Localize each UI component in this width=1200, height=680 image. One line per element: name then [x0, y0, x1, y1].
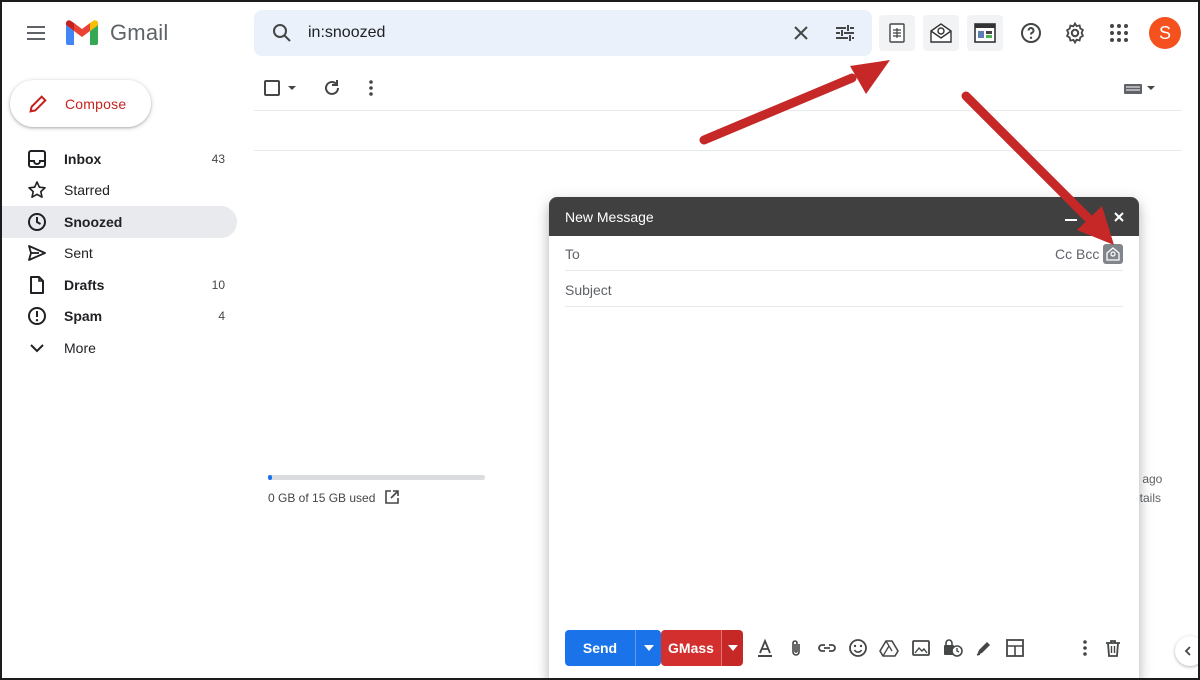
gmass-spreadsheet-icon[interactable] [879, 15, 915, 51]
gmass-dashboard-icon[interactable] [967, 15, 1003, 51]
gmass-recipients-icon[interactable] [1103, 244, 1123, 264]
pencil-icon [29, 94, 47, 113]
annotation-arrow [699, 60, 890, 145]
clock-icon [27, 212, 47, 232]
gmail-m-icon [66, 20, 98, 45]
sidebar-item-sent[interactable]: Sent [0, 238, 237, 270]
formatting-options-icon[interactable] [755, 638, 775, 658]
layouts-icon[interactable] [1005, 638, 1025, 658]
gmass-settings-button[interactable] [721, 630, 743, 666]
top-bar: Gmail S [0, 0, 1200, 66]
sidebar-item-spam[interactable]: Spam 4 [0, 301, 237, 333]
send-button-group: Send [565, 630, 661, 666]
chevron-down-icon [27, 338, 47, 358]
app-name: Gmail [110, 20, 169, 45]
compose-window: New Message To Cc Bcc Subject Send GMass [549, 197, 1139, 680]
google-drive-icon[interactable] [879, 638, 899, 658]
sidebar-item-label: Snoozed [64, 213, 123, 230]
emoji-icon[interactable] [848, 638, 868, 658]
list-divider [254, 150, 1182, 151]
compose-button[interactable]: Compose [10, 80, 151, 127]
chevron-left-icon [1184, 646, 1191, 656]
settings-gear-icon[interactable] [1063, 21, 1087, 45]
sidebar-item-drafts[interactable]: Drafts 10 [0, 269, 237, 301]
sidebar-item-starred[interactable]: Starred [0, 175, 237, 207]
search-bar [254, 10, 872, 56]
compose-header[interactable]: New Message [549, 197, 1139, 236]
draft-icon [27, 275, 47, 295]
spam-icon [27, 306, 47, 326]
compose-title: New Message [565, 208, 654, 225]
more-compose-options-icon[interactable] [1075, 638, 1095, 658]
to-field[interactable]: To Cc Bcc [565, 236, 1123, 271]
caret-down-icon [643, 645, 654, 651]
insert-link-icon[interactable] [817, 638, 837, 658]
unread-count: 10 [211, 277, 225, 292]
search-input[interactable] [308, 10, 778, 56]
send-button[interactable]: Send [565, 630, 635, 666]
to-label: To [565, 246, 580, 262]
side-panel-toggle[interactable] [1175, 636, 1200, 666]
subject-field[interactable]: Subject [565, 272, 1123, 307]
sidebar-item-label: Spam [64, 308, 103, 325]
star-icon [27, 180, 47, 200]
signature-pen-icon[interactable] [974, 638, 994, 658]
caret-down-icon [727, 645, 738, 651]
sidebar-item-more[interactable]: More [0, 332, 237, 364]
account-avatar[interactable]: S [1149, 17, 1181, 49]
apps-grid-icon[interactable] [1107, 21, 1131, 45]
discard-draft-trash-icon[interactable] [1103, 638, 1123, 658]
search-icon[interactable] [270, 21, 294, 45]
list-divider [254, 110, 1182, 111]
select-all-checkbox[interactable] [264, 79, 300, 102]
gmail-logo[interactable]: Gmail [64, 17, 168, 49]
sidebar-nav: Inbox 43 Starred Snoozed Sent Drafts 10 … [0, 143, 240, 364]
close-icon[interactable] [1111, 209, 1127, 225]
unread-count: 43 [211, 151, 225, 166]
sidebar-item-label: More [64, 339, 96, 356]
sidebar-item-label: Inbox [64, 150, 102, 167]
insert-photo-icon[interactable] [911, 638, 931, 658]
gmass-button-group: GMass [661, 630, 743, 666]
storage-usage-text: 0 GB of 15 GB used [268, 491, 376, 505]
unread-count: 4 [218, 309, 225, 324]
search-options-icon[interactable] [833, 21, 857, 45]
keyboard-input-icon[interactable] [1123, 82, 1159, 101]
cc-bcc-link[interactable]: Cc Bcc [1055, 246, 1099, 262]
sidebar-item-label: Sent [64, 245, 93, 262]
minimize-icon[interactable] [1065, 219, 1077, 221]
gmass-email-icon[interactable] [923, 15, 959, 51]
sidebar-item-label: Starred [64, 182, 110, 199]
send-icon [27, 243, 47, 263]
main-menu-icon[interactable] [24, 21, 48, 45]
storage-meter [268, 475, 485, 480]
help-icon[interactable] [1019, 21, 1043, 45]
clear-search-icon[interactable] [789, 21, 813, 45]
attach-files-icon[interactable] [786, 638, 806, 658]
sidebar-item-label: Drafts [64, 276, 105, 293]
subject-label: Subject [565, 282, 612, 298]
sidebar-item-inbox[interactable]: Inbox 43 [0, 143, 237, 175]
more-options-icon[interactable] [361, 78, 381, 103]
compose-label: Compose [65, 95, 127, 112]
gmass-button[interactable]: GMass [661, 630, 721, 666]
storage-meter-fill [268, 475, 273, 480]
send-options-button[interactable] [635, 630, 661, 666]
open-in-new-icon[interactable] [384, 489, 400, 505]
sidebar-item-snoozed[interactable]: Snoozed [0, 206, 237, 238]
inbox-icon [27, 149, 47, 169]
confidential-mode-icon[interactable] [942, 638, 963, 658]
refresh-icon[interactable] [322, 78, 342, 103]
